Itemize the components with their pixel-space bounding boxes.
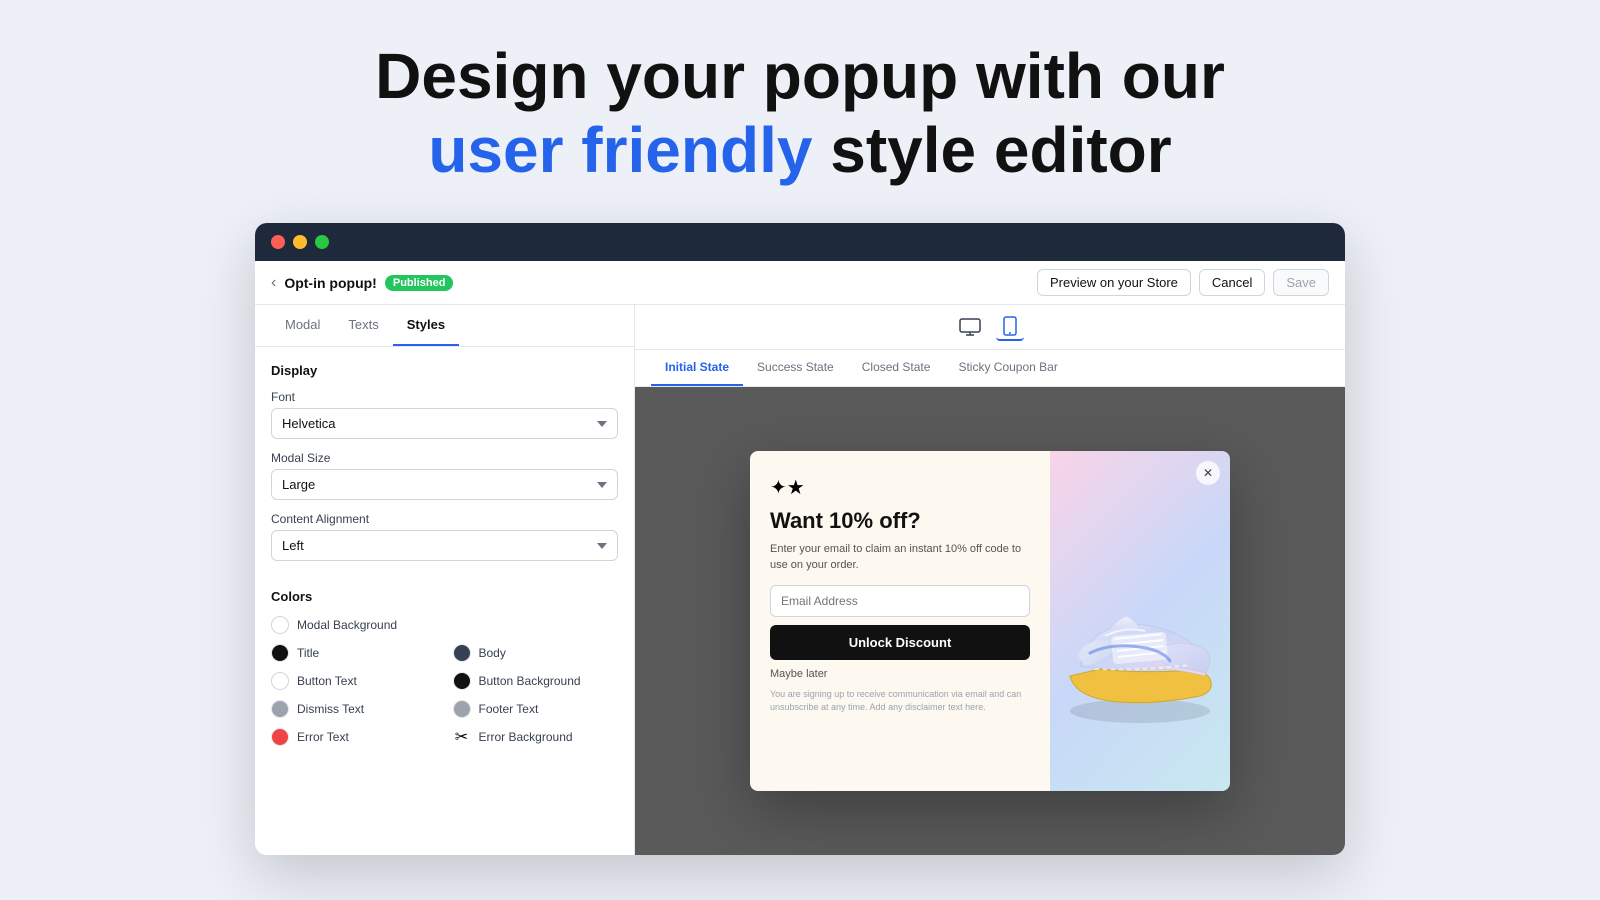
dismiss-swatch bbox=[271, 700, 289, 718]
color-item-error-text[interactable]: Error Text bbox=[271, 728, 437, 746]
color-row-title-body: Title Body bbox=[271, 644, 618, 662]
display-section-title: Display bbox=[271, 363, 618, 378]
body-swatch bbox=[453, 644, 471, 662]
sneaker-svg bbox=[1050, 501, 1230, 741]
browser-window: ‹ Opt-in popup! Published Preview on you… bbox=[255, 223, 1345, 855]
right-panel-header bbox=[635, 305, 1345, 350]
dismiss-label: Dismiss Text bbox=[297, 702, 364, 716]
popup-headline: Want 10% off? bbox=[770, 508, 1030, 534]
preview-area: ✕ ✦★ Want 10% off? Enter your email to c… bbox=[635, 387, 1345, 855]
modal-size-select[interactable]: Small Medium Large bbox=[271, 469, 618, 500]
sneaker-image bbox=[1050, 501, 1230, 741]
state-tab-sticky[interactable]: Sticky Coupon Bar bbox=[944, 350, 1071, 386]
left-panel: Modal Texts Styles Display Font Helvetic… bbox=[255, 305, 635, 855]
mobile-icon[interactable] bbox=[996, 313, 1024, 341]
color-row-dismiss-footer: Dismiss Text Footer Text bbox=[271, 700, 618, 718]
panel-content: Display Font Helvetica Arial Georgia Tim… bbox=[255, 347, 634, 855]
preview-button[interactable]: Preview on your Store bbox=[1037, 269, 1191, 296]
title-label: Title bbox=[297, 646, 319, 660]
back-button[interactable]: ‹ bbox=[271, 274, 276, 292]
device-icons bbox=[651, 313, 1329, 341]
colors-section-title: Colors bbox=[271, 589, 618, 604]
btn-bg-swatch bbox=[453, 672, 471, 690]
hero-line2-rest: style editor bbox=[812, 114, 1171, 186]
published-badge: Published bbox=[385, 275, 454, 291]
right-panel: Initial State Success State Closed State… bbox=[635, 305, 1345, 855]
color-item-footer[interactable]: Footer Text bbox=[453, 700, 619, 718]
color-item-title[interactable]: Title bbox=[271, 644, 437, 662]
error-bg-label: Error Background bbox=[479, 730, 573, 744]
font-label: Font bbox=[271, 390, 618, 404]
hero-section: Design your popup with our user friendly… bbox=[375, 40, 1225, 187]
popup-left: ✦★ Want 10% off? Enter your email to cla… bbox=[750, 451, 1050, 791]
color-row-button: Button Text Button Background bbox=[271, 672, 618, 690]
color-item-btn-text[interactable]: Button Text bbox=[271, 672, 437, 690]
error-text-label: Error Text bbox=[297, 730, 349, 744]
colors-section: Colors Modal Background bbox=[271, 589, 618, 746]
color-item-modal-bg[interactable]: Modal Background bbox=[271, 616, 618, 634]
popup-sparkle: ✦★ bbox=[770, 475, 1030, 500]
title-swatch bbox=[271, 644, 289, 662]
color-row-error: Error Text ✂ Error Background bbox=[271, 728, 618, 746]
content-alignment-select[interactable]: Left Center Right bbox=[271, 530, 618, 561]
modal-bg-swatch bbox=[271, 616, 289, 634]
cancel-button[interactable]: Cancel bbox=[1199, 269, 1265, 296]
color-item-body[interactable]: Body bbox=[453, 644, 619, 662]
dot-yellow[interactable] bbox=[293, 235, 307, 249]
color-row-modal-bg: Modal Background bbox=[271, 616, 618, 634]
header-right: Preview on your Store Cancel Save bbox=[1037, 269, 1329, 296]
modal-bg-label: Modal Background bbox=[297, 618, 397, 632]
popup-right bbox=[1050, 451, 1230, 791]
btn-text-label: Button Text bbox=[297, 674, 357, 688]
header-left: ‹ Opt-in popup! Published bbox=[271, 274, 1037, 292]
color-item-dismiss[interactable]: Dismiss Text bbox=[271, 700, 437, 718]
main-layout: Modal Texts Styles Display Font Helvetic… bbox=[255, 305, 1345, 855]
btn-bg-label: Button Background bbox=[479, 674, 581, 688]
color-item-error-bg[interactable]: ✂ Error Background bbox=[453, 728, 619, 746]
popup-subtext: Enter your email to claim an instant 10%… bbox=[770, 542, 1030, 573]
color-item-btn-bg[interactable]: Button Background bbox=[453, 672, 619, 690]
state-tabs: Initial State Success State Closed State… bbox=[635, 350, 1345, 387]
hero-line1: Design your popup with our bbox=[375, 40, 1225, 112]
popup-close-button[interactable]: ✕ bbox=[1196, 461, 1220, 485]
state-tab-closed[interactable]: Closed State bbox=[848, 350, 945, 386]
body-label: Body bbox=[479, 646, 506, 660]
app-content: ‹ Opt-in popup! Published Preview on you… bbox=[255, 261, 1345, 855]
error-bg-swatch: ✂ bbox=[453, 728, 471, 746]
save-button[interactable]: Save bbox=[1273, 269, 1329, 296]
btn-text-swatch bbox=[271, 672, 289, 690]
content-alignment-label: Content Alignment bbox=[271, 512, 618, 526]
popup-disclaimer: You are signing up to receive communicat… bbox=[770, 688, 1030, 713]
app-header: ‹ Opt-in popup! Published Preview on you… bbox=[255, 261, 1345, 305]
tab-texts[interactable]: Texts bbox=[334, 305, 392, 346]
hero-line2-blue: user friendly bbox=[428, 114, 812, 186]
tab-modal[interactable]: Modal bbox=[271, 305, 334, 346]
error-text-swatch bbox=[271, 728, 289, 746]
dot-red[interactable] bbox=[271, 235, 285, 249]
desktop-icon[interactable] bbox=[956, 313, 984, 341]
browser-titlebar bbox=[255, 223, 1345, 261]
popup-cta-button[interactable]: Unlock Discount bbox=[770, 625, 1030, 660]
font-select[interactable]: Helvetica Arial Georgia Times New Roman bbox=[271, 408, 618, 439]
footer-swatch bbox=[453, 700, 471, 718]
popup-modal: ✕ ✦★ Want 10% off? Enter your email to c… bbox=[750, 451, 1230, 791]
modal-size-label: Modal Size bbox=[271, 451, 618, 465]
tabs-bar: Modal Texts Styles bbox=[255, 305, 634, 347]
tab-styles[interactable]: Styles bbox=[393, 305, 459, 346]
popup-maybe-later[interactable]: Maybe later bbox=[770, 668, 1030, 680]
popup-email-input[interactable] bbox=[770, 585, 1030, 617]
color-rows: Modal Background Title bbox=[271, 616, 618, 746]
footer-label: Footer Text bbox=[479, 702, 539, 716]
state-tab-initial[interactable]: Initial State bbox=[651, 350, 743, 386]
state-tab-success[interactable]: Success State bbox=[743, 350, 848, 386]
page-title: Opt-in popup! bbox=[284, 275, 377, 291]
dot-green[interactable] bbox=[315, 235, 329, 249]
